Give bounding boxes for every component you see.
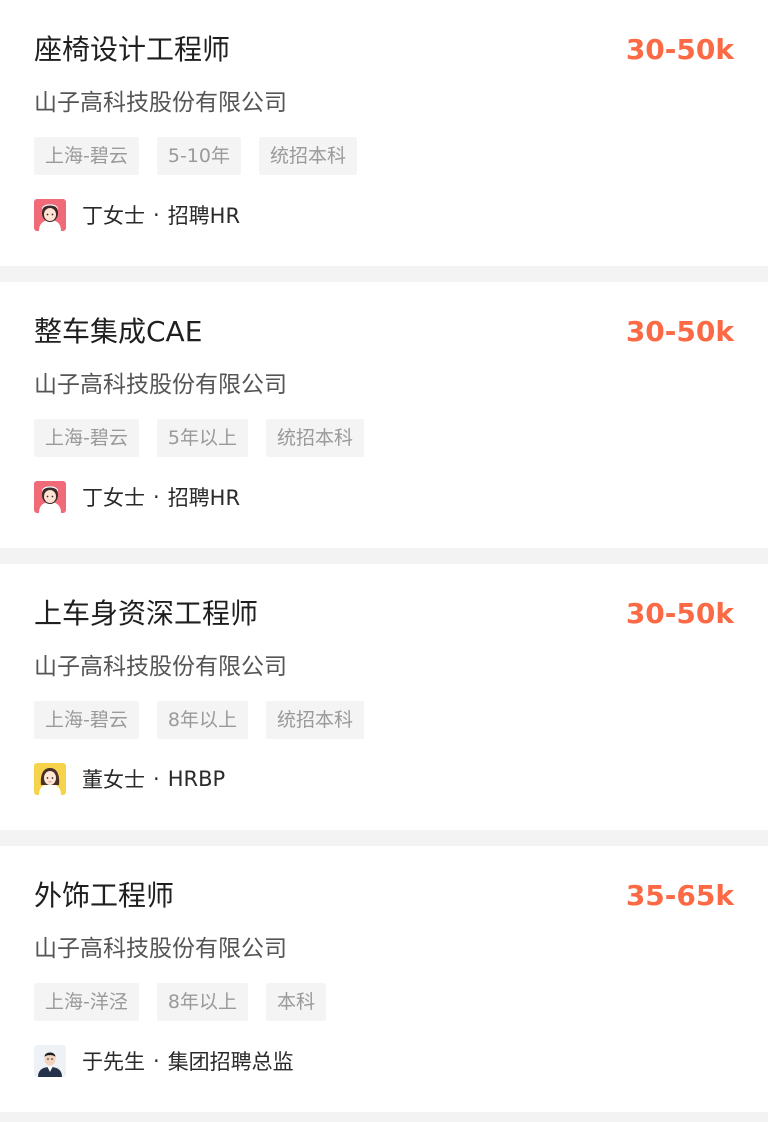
recruiter-role: 招聘HR xyxy=(167,204,241,228)
location-tag: 上海-洋泾 xyxy=(34,983,139,1021)
job-tags: 上海-碧云 8年以上 统招本科 xyxy=(34,701,364,739)
recruiter-info: 丁女士 · 招聘HR xyxy=(34,198,240,232)
separator-dot: · xyxy=(153,485,160,509)
company-name: 山子高科技股份有限公司 xyxy=(34,372,287,398)
job-tags: 上海-碧云 5-10年 统招本科 xyxy=(34,137,357,175)
separator-dot: · xyxy=(153,767,160,791)
job-title: 座椅设计工程师 xyxy=(34,33,231,66)
job-card[interactable]: 座椅设计工程师 30-50k 山子高科技股份有限公司 上海-碧云 5-10年 统… xyxy=(0,0,768,266)
female-avatar-red-icon xyxy=(34,481,66,513)
education-tag: 统招本科 xyxy=(258,137,357,175)
female-avatar-red-icon xyxy=(34,199,66,231)
location-tag: 上海-碧云 xyxy=(34,701,139,739)
salary: 30-50k xyxy=(625,597,734,630)
recruiter-info: 丁女士 · 招聘HR xyxy=(34,480,240,514)
experience-tag: 5年以上 xyxy=(156,419,248,457)
company-name: 山子高科技股份有限公司 xyxy=(34,90,287,116)
company-name: 山子高科技股份有限公司 xyxy=(34,936,287,962)
experience-tag: 8年以上 xyxy=(156,983,248,1021)
job-tags: 上海-洋泾 8年以上 本科 xyxy=(34,983,326,1021)
job-tags: 上海-碧云 5年以上 统招本科 xyxy=(34,419,364,457)
job-card[interactable]: 上车身资深工程师 30-50k 山子高科技股份有限公司 上海-碧云 8年以上 统… xyxy=(0,564,768,830)
recruiter-name: 于先生 xyxy=(82,1050,145,1074)
job-list: 座椅设计工程师 30-50k 山子高科技股份有限公司 上海-碧云 5-10年 统… xyxy=(0,0,768,1122)
experience-tag: 8年以上 xyxy=(156,701,248,739)
female-avatar-yellow-icon xyxy=(34,763,66,795)
job-card[interactable]: 整车集成CAE 30-50k 山子高科技股份有限公司 上海-碧云 5年以上 统招… xyxy=(0,282,768,548)
location-tag: 上海-碧云 xyxy=(34,419,139,457)
job-title: 上车身资深工程师 xyxy=(34,597,259,630)
salary: 30-50k xyxy=(625,33,734,66)
location-tag: 上海-碧云 xyxy=(34,137,139,175)
recruiter-info: 董女士 · HRBP xyxy=(34,762,225,796)
recruiter-info: 于先生 · 集团招聘总监 xyxy=(34,1044,294,1078)
separator-dot: · xyxy=(153,203,160,227)
experience-tag: 5-10年 xyxy=(156,137,241,175)
recruiter-name: 董女士 xyxy=(82,768,145,792)
company-name: 山子高科技股份有限公司 xyxy=(34,654,287,680)
male-avatar-photo-icon xyxy=(34,1045,66,1077)
education-tag: 统招本科 xyxy=(265,419,364,457)
recruiter-role: 招聘HR xyxy=(167,486,241,510)
recruiter-role: HRBP xyxy=(167,767,226,791)
salary: 30-50k xyxy=(625,315,734,348)
recruiter-role: 集团招聘总监 xyxy=(167,1050,294,1074)
separator-dot: · xyxy=(153,1049,160,1073)
education-tag: 本科 xyxy=(265,983,326,1021)
education-tag: 统招本科 xyxy=(265,701,364,739)
job-card[interactable]: 外饰工程师 35-65k 山子高科技股份有限公司 上海-洋泾 8年以上 本科 于… xyxy=(0,846,768,1112)
job-title: 整车集成CAE xyxy=(34,315,203,348)
job-title: 外饰工程师 xyxy=(34,879,175,912)
recruiter-name: 丁女士 xyxy=(82,204,145,228)
salary: 35-65k xyxy=(625,879,734,912)
recruiter-name: 丁女士 xyxy=(82,486,145,510)
